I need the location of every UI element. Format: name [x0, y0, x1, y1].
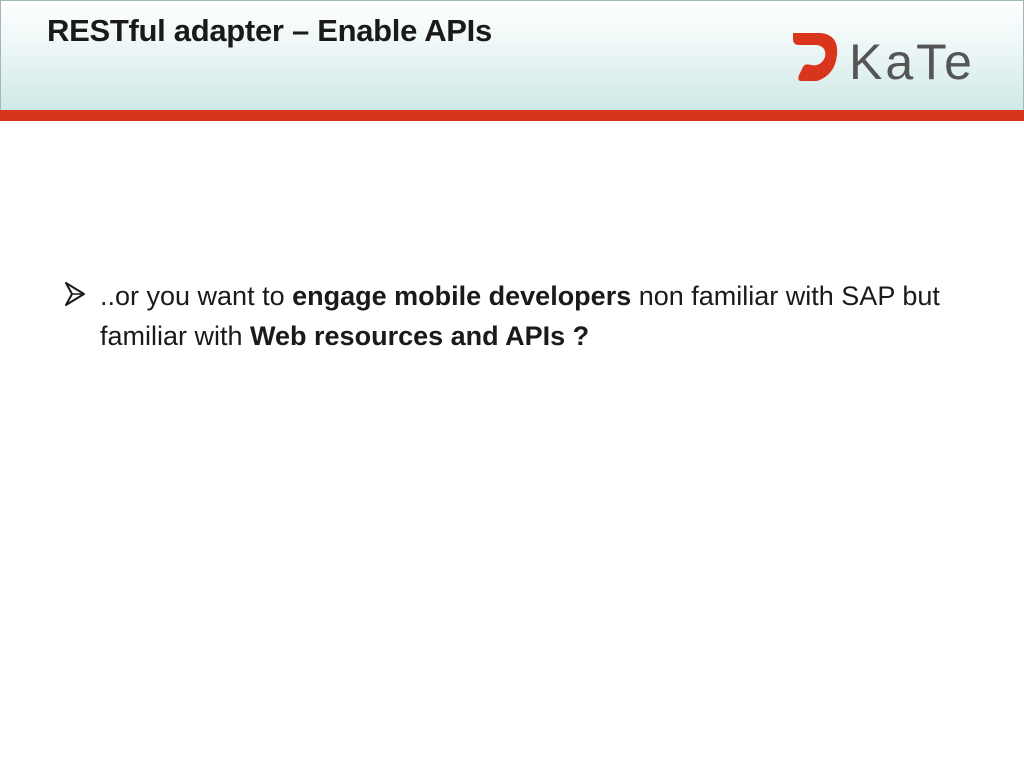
header-accent-bar [0, 110, 1024, 121]
bullet-text-emphasis: Web resources and APIs ? [250, 321, 590, 351]
bullet-text-emphasis: engage mobile developers [292, 281, 632, 311]
kate-logo: KaTe [793, 33, 975, 89]
slide-title: RESTful adapter – Enable APIs [47, 13, 492, 48]
slide-content: ..or you want to engage mobile developer… [64, 276, 964, 356]
slide-header: RESTful adapter – Enable APIs KaTe [0, 0, 1024, 110]
bullet-item: ..or you want to engage mobile developer… [64, 276, 964, 356]
slide: RESTful adapter – Enable APIs KaTe ..or … [0, 0, 1024, 768]
logo-wordmark: KaTe [849, 34, 975, 89]
arrow-bullet-icon [65, 282, 85, 306]
bullet-text-part: ..or you want to [100, 281, 293, 311]
logo-mark-icon [793, 33, 838, 81]
